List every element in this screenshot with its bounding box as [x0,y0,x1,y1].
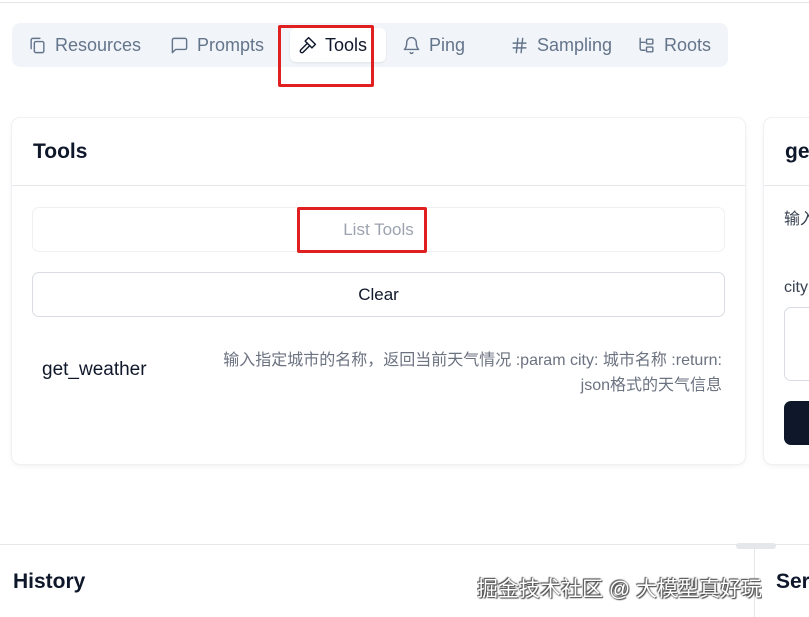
message-square-icon [171,37,188,53]
tool-detail-description: 输入 信息 [784,211,809,228]
tool-description: 输入指定城市的名称，返回当前天气情况 :param city: 城市名称 :re… [162,348,722,398]
clear-button[interactable]: Clear [32,272,725,317]
top-border [0,2,809,3]
tool-description-line: 输入指定城市的名称，返回当前天气情况 :param city: 城市名称 :re… [223,352,722,369]
tab-ping[interactable]: Ping [394,28,473,62]
tool-name: get_weather [42,359,147,380]
list-tools-button[interactable]: List Tools [32,207,725,252]
tool-detail-title: ge [764,118,809,186]
watermark: 掘金技术社区 @ 大模型真好玩 [477,578,762,601]
tab-label: Ping [429,34,466,55]
tab-label: Sampling [537,34,613,55]
tools-panel-title: Tools [12,118,745,186]
tab-roots[interactable]: Roots [629,28,719,62]
tab-prompts[interactable]: Prompts [162,28,272,62]
hammer-icon [299,36,317,53]
tab-tools[interactable]: Tools [290,28,386,62]
tab-label: Roots [664,34,712,55]
bottom-divider [0,544,809,545]
tool-item-get-weather[interactable]: get_weather 输入指定城市的名称，返回当前天气情况 :param ci… [42,344,722,396]
history-title: History [13,570,86,593]
tab-bar: Resources Prompts Tools Ping Sampling Ro… [12,23,728,67]
server-notifications-title: Ser [776,570,809,593]
city-input[interactable] [784,307,809,381]
tool-detail-panel: ge 输入 信息 city [764,118,809,464]
tools-panel: Tools List Tools Clear get_weather 输入指定城… [12,118,745,464]
hash-icon [512,37,527,53]
tab-label: Prompts [197,34,265,55]
run-tool-button[interactable] [784,401,809,445]
tool-description-line: json格式的天气信息 [580,377,722,394]
resize-handle[interactable] [736,543,776,549]
tab-label: Resources [55,34,142,55]
files-icon [30,37,45,53]
tab-sampling[interactable]: Sampling [502,28,620,62]
city-field-label: city [784,279,808,296]
bell-icon [403,36,420,54]
folder-tree-icon [639,37,654,53]
tab-label: Tools [325,34,368,55]
tab-resources[interactable]: Resources [20,28,149,62]
